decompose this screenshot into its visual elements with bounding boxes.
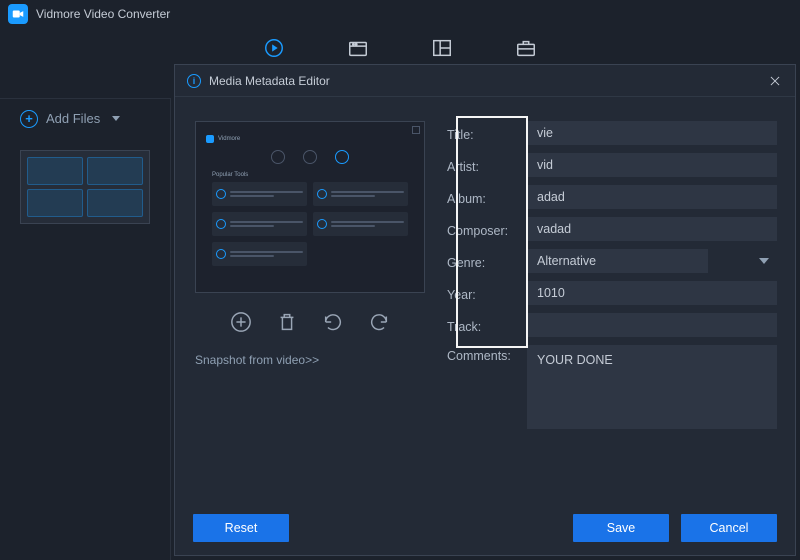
maximize-icon (412, 126, 420, 134)
label-genre: Genre: (447, 252, 517, 270)
add-files-toolbar[interactable]: + Add Files (0, 98, 170, 138)
nav-convert-icon[interactable] (262, 36, 286, 60)
label-composer: Composer: (447, 220, 517, 238)
metadata-fields: Title: Artist: Album: Composer: Genre: (447, 121, 777, 491)
dialog-header: i Media Metadata Editor (175, 65, 795, 97)
delete-cover-button[interactable] (274, 309, 300, 335)
add-cover-button[interactable] (228, 309, 254, 335)
artist-field[interactable] (527, 153, 777, 177)
dialog-title: Media Metadata Editor (209, 74, 330, 88)
label-track: Track: (447, 316, 517, 334)
cancel-button[interactable]: Cancel (681, 514, 777, 542)
undo-button[interactable] (320, 309, 346, 335)
title-bar: Vidmore Video Converter (0, 0, 800, 28)
label-artist: Artist: (447, 156, 517, 174)
redo-button[interactable] (366, 309, 392, 335)
add-files-label: Add Files (46, 111, 100, 126)
main-nav (0, 28, 800, 68)
title-field[interactable] (527, 121, 777, 145)
nav-collage-icon[interactable] (430, 36, 454, 60)
app-logo-icon (8, 4, 28, 24)
cover-toolbar (193, 309, 427, 335)
snapshot-link[interactable]: Snapshot from video>> (193, 353, 319, 367)
nav-media-icon[interactable] (346, 36, 370, 60)
label-album: Album: (447, 188, 517, 206)
metadata-editor-dialog: i Media Metadata Editor Vidmore Popular … (174, 64, 796, 556)
close-button[interactable] (767, 73, 783, 89)
reset-button[interactable]: Reset (193, 514, 289, 542)
chevron-down-icon (759, 258, 769, 264)
composer-field[interactable] (527, 217, 777, 241)
save-button[interactable]: Save (573, 514, 669, 542)
label-year: Year: (447, 284, 517, 302)
plus-circle-icon: + (20, 110, 38, 128)
comments-field[interactable] (527, 345, 777, 429)
info-icon: i (187, 74, 201, 88)
album-field[interactable] (527, 185, 777, 209)
genre-select[interactable] (527, 249, 708, 273)
chevron-down-icon (112, 116, 120, 121)
nav-toolbox-icon[interactable] (514, 36, 538, 60)
vertical-divider (170, 98, 171, 560)
label-title: Title: (447, 124, 517, 142)
label-comments: Comments: (447, 345, 517, 363)
year-field[interactable] (527, 281, 777, 305)
track-field[interactable] (527, 313, 777, 337)
app-title: Vidmore Video Converter (36, 7, 170, 21)
file-list (20, 150, 150, 224)
dialog-footer: Reset Save Cancel (175, 501, 795, 555)
file-thumbnail[interactable] (20, 150, 150, 224)
cover-preview: Vidmore Popular Tools (195, 121, 425, 293)
cover-column: Vidmore Popular Tools (193, 121, 427, 491)
